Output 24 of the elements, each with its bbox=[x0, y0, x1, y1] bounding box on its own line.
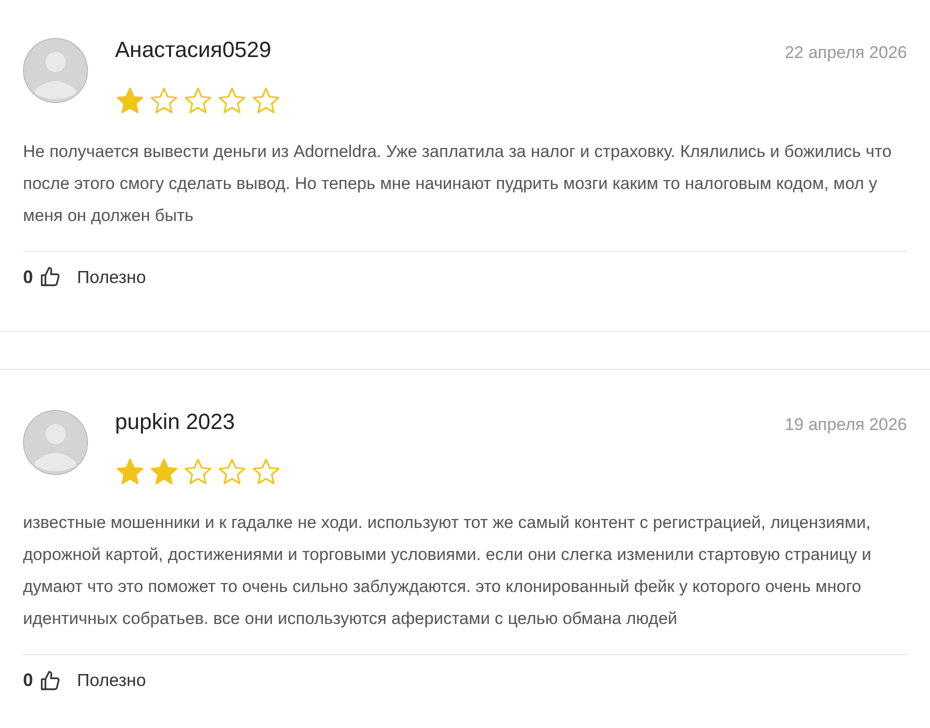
thumbs-up-icon[interactable] bbox=[39, 266, 62, 288]
review-text: известные мошенники и к гадалке не ходи. используют тот же самый контент с регистрацией, лицензиями, дорожной картой, достижениями и торговыми условиями. если они слегка изменили стартовую страницу и думают что это поможет то очень сильно заблуждаются. это клонированный фейк у которого очень много идентичных собратьев. все они используются аферистами с целью обмана людей bbox=[23, 512, 872, 630]
avatar-icon bbox=[23, 38, 88, 103]
star-icon bbox=[217, 457, 247, 487]
helpful-button[interactable]: Полезно bbox=[77, 264, 146, 290]
star-icon bbox=[251, 86, 281, 116]
helpful-button[interactable]: Полезно bbox=[77, 667, 146, 694]
author-name: Анастасия0529 bbox=[115, 38, 272, 62]
avatar-icon bbox=[23, 410, 88, 474]
star-icon bbox=[183, 86, 213, 116]
star-icon bbox=[149, 86, 179, 116]
review-date: 22 апреля 2026 bbox=[784, 42, 907, 64]
thumbs-up-icon[interactable] bbox=[39, 670, 62, 692]
star-icon bbox=[149, 457, 179, 487]
star-icon bbox=[251, 457, 281, 487]
star-icon bbox=[217, 86, 247, 116]
like-count: 0 bbox=[23, 266, 34, 288]
review-text: Не получается вывести деньги из Adorneldra. Уже заплатила за налог и страховку. Клялились и божились что после этого смогу сделать вывод. Но теперь мне начинают пудрить мозги каким то налоговым кодом, мол у меня он должен быть bbox=[23, 140, 893, 226]
star-icon bbox=[115, 457, 145, 487]
like-count: 0 bbox=[23, 669, 34, 692]
author-name: pupkin 2023 bbox=[115, 410, 235, 434]
star-icon bbox=[183, 457, 213, 487]
star-icon bbox=[115, 86, 145, 116]
review-date: 19 апреля 2026 bbox=[784, 414, 907, 436]
